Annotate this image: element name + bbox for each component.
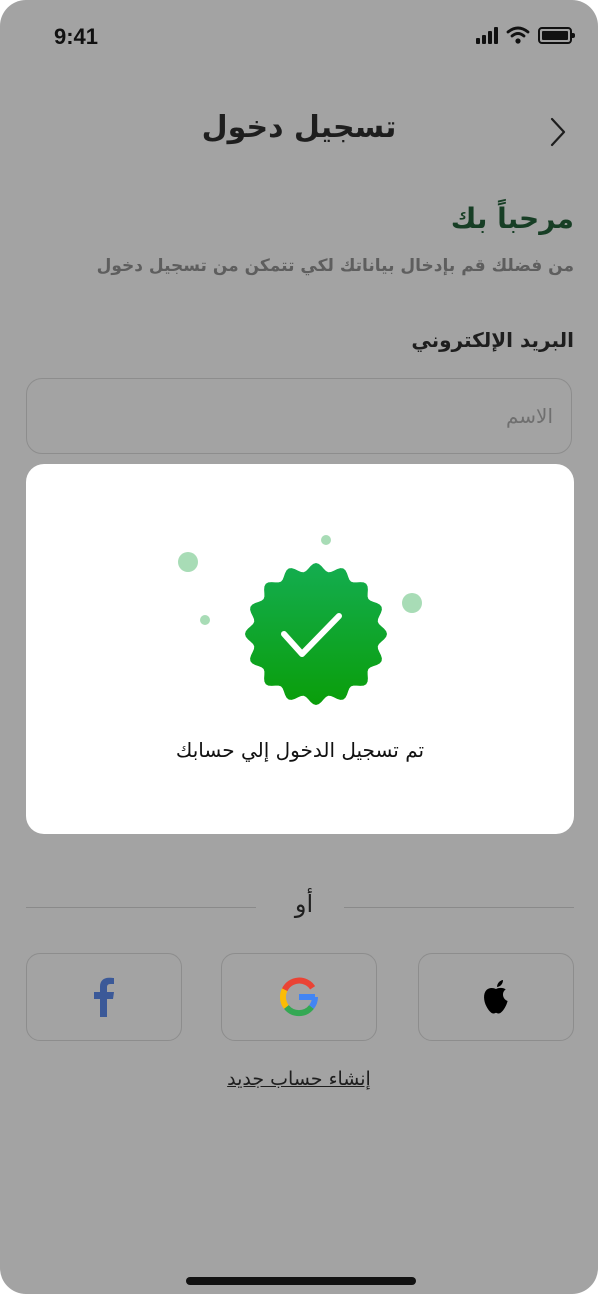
home-indicator — [186, 1277, 416, 1285]
status-time: 9:41 — [54, 24, 99, 49]
apple-icon — [484, 980, 508, 1014]
facebook-icon — [94, 977, 114, 1017]
battery-icon — [538, 26, 575, 44]
decor-dot — [402, 593, 422, 613]
google-login-button[interactable] — [221, 953, 377, 1041]
page-title: تسجيل دخول — [201, 110, 397, 145]
create-account-link[interactable]: إنشاء حساب جديد — [0, 1068, 598, 1090]
facebook-login-button[interactable] — [26, 953, 182, 1041]
welcome-heading: مرحباً بك — [450, 202, 574, 235]
signal-icon — [476, 26, 498, 44]
divider-line-right — [344, 907, 574, 908]
success-illustration — [178, 535, 422, 705]
success-modal: تم تسجيل الدخول إلي حسابك — [26, 464, 574, 834]
divider-line-left — [26, 907, 256, 908]
apple-login-button[interactable] — [418, 953, 574, 1041]
wifi-icon — [506, 26, 530, 44]
decor-dot — [200, 615, 210, 625]
email-input[interactable] — [26, 378, 572, 454]
status-icons — [476, 26, 575, 44]
or-label: أو — [294, 890, 314, 918]
welcome-subtitle: من فضلك قم بإدخال بياناتك لكي تتمكن من ت… — [96, 256, 574, 276]
app-screen: 9:41 تسجيل دخول مرحباً بك من فضلك قم بإد… — [0, 0, 598, 1294]
success-badge-icon — [245, 563, 387, 705]
decor-dot — [178, 552, 198, 572]
email-label: البريد الإلكتروني — [411, 328, 574, 352]
decor-dot — [321, 535, 331, 545]
google-icon — [280, 977, 319, 1016]
success-message: تم تسجيل الدخول إلي حسابك — [175, 738, 425, 762]
